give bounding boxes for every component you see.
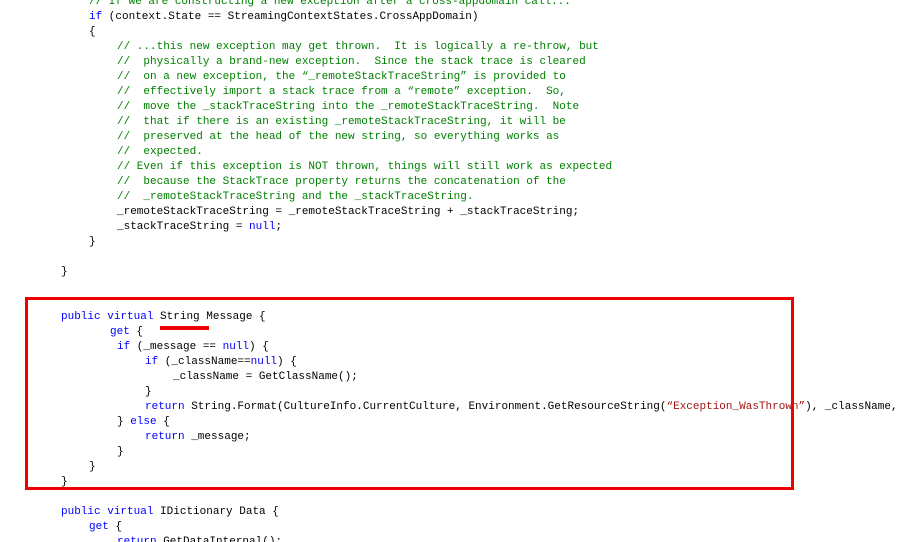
code-token: { bbox=[108, 521, 123, 533]
code-line: } bbox=[61, 265, 68, 280]
code-line: if (context.State == StreamingContextSta… bbox=[89, 10, 478, 25]
comment-token: // expected. bbox=[117, 146, 203, 158]
keyword-token: public bbox=[61, 506, 101, 518]
code-token: } bbox=[89, 236, 96, 248]
code-line: // effectively import a stack trace from… bbox=[117, 85, 566, 100]
code-line: { bbox=[89, 25, 96, 40]
code-line: // If we are constructing a new exceptio… bbox=[89, 0, 571, 10]
comment-token: // physically a brand-new exception. Sin… bbox=[117, 56, 586, 68]
keyword-token: null bbox=[249, 221, 276, 233]
code-token: _stackTraceString = bbox=[117, 221, 250, 233]
code-line: public virtual IDictionary Data { bbox=[61, 505, 279, 520]
comment-token: // ...this new exception may get thrown.… bbox=[117, 41, 599, 53]
code-line: } bbox=[89, 235, 96, 250]
comment-token: // _remoteStackTraceString and the _stac… bbox=[117, 191, 474, 203]
code-line: return GetDataInternal(); bbox=[117, 535, 282, 542]
code-line: // because the StackTrace property retur… bbox=[117, 175, 566, 190]
code-line: _remoteStackTraceString = _remoteStackTr… bbox=[117, 205, 579, 220]
keyword-token: get bbox=[89, 521, 109, 533]
code-token: { bbox=[89, 26, 96, 38]
code-token: GetDataInternal(); bbox=[156, 536, 283, 542]
code-line: // on a new exception, the “_remoteStack… bbox=[117, 70, 566, 85]
keyword-token: virtual bbox=[107, 506, 154, 518]
code-line: // that if there is an existing _remoteS… bbox=[117, 115, 566, 130]
red-underline-mark bbox=[160, 326, 209, 330]
code-token: _remoteStackTraceString = _remoteStackTr… bbox=[117, 206, 580, 218]
comment-token: // move the _stackTraceString into the _… bbox=[117, 101, 580, 113]
code-line: // preserved at the head of the new stri… bbox=[117, 130, 559, 145]
code-token: (context.State == StreamingContextStates… bbox=[102, 11, 479, 23]
comment-token: // that if there is an existing _remoteS… bbox=[117, 116, 566, 128]
code-token: IDictionary Data { bbox=[153, 506, 279, 518]
code-line: // expected. bbox=[117, 145, 203, 160]
comment-token: // because the StackTrace property retur… bbox=[117, 176, 566, 188]
code-line: // Even if this exception is NOT thrown,… bbox=[117, 160, 612, 175]
red-highlight-box bbox=[25, 297, 794, 490]
code-line: // move the _stackTraceString into the _… bbox=[117, 100, 579, 115]
comment-token: // effectively import a stack trace from… bbox=[117, 86, 566, 98]
code-line: // ...this new exception may get thrown.… bbox=[117, 40, 599, 55]
comment-token: // Even if this exception is NOT thrown,… bbox=[117, 161, 613, 173]
code-line: _stackTraceString = null; bbox=[117, 220, 282, 235]
keyword-token: return bbox=[117, 536, 157, 542]
code-token: } bbox=[61, 266, 68, 278]
code-line: // physically a brand-new exception. Sin… bbox=[117, 55, 586, 70]
comment-token: // on a new exception, the “_remoteStack… bbox=[117, 71, 566, 83]
keyword-token: if bbox=[89, 11, 103, 23]
code-token: ; bbox=[275, 221, 283, 233]
comment-token: // preserved at the head of the new stri… bbox=[117, 131, 560, 143]
code-token: ), _className, _message); bbox=[805, 401, 898, 413]
code-line: get { bbox=[89, 520, 122, 535]
code-line: // _remoteStackTraceString and the _stac… bbox=[117, 190, 473, 205]
comment-token: // If we are constructing a new exceptio… bbox=[89, 0, 571, 8]
